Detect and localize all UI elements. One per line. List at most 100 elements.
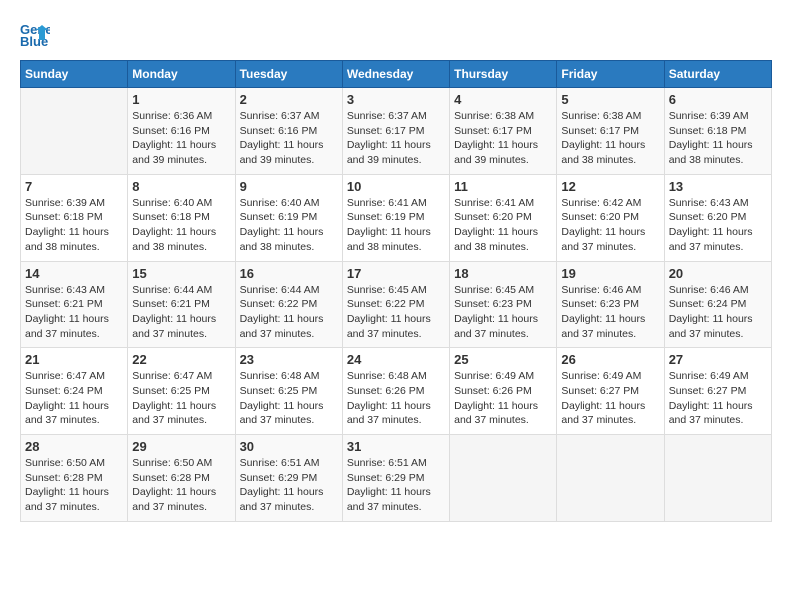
day-number: 3 [347,92,445,107]
calendar-cell: 24 Sunrise: 6:48 AMSunset: 6:26 PMDayligh… [342,348,449,435]
day-number: 26 [561,352,659,367]
calendar-cell: 7Sunrise: 6:39 AMSunset: 6:18 PMDaylight… [21,174,128,261]
calendar-cell: 11Sunrise: 6:41 AMSunset: 6:20 PMDayligh… [450,174,557,261]
calendar-cell: 27 Sunrise: 6:49 AMSunset: 6:27 PMDayligh… [664,348,771,435]
day-number: 20 [669,266,767,281]
day-info: Sunrise: 6:44 AMSunset: 6:22 PMDaylight:… [240,283,338,342]
logo: General Blue [20,20,58,50]
calendar-cell [557,435,664,522]
day-info: Sunrise: 6:46 AMSunset: 6:24 PMDaylight:… [669,283,767,342]
day-info: Sunrise: 6:42 AMSunset: 6:20 PMDaylight:… [561,196,659,255]
calendar-cell: 13 Sunrise: 6:43 AMSunset: 6:20 PMDayligh… [664,174,771,261]
day-info: Sunrise: 6:40 AMSunset: 6:18 PMDaylight:… [132,196,230,255]
day-number: 14 [25,266,123,281]
calendar-cell: 29 Sunrise: 6:50 AMSunset: 6:28 PMDayligh… [128,435,235,522]
week-row-5: 28 Sunrise: 6:50 AMSunset: 6:28 PMDayligh… [21,435,772,522]
calendar-cell: 6 Sunrise: 6:39 AMSunset: 6:18 PMDaylight… [664,88,771,175]
calendar-cell: 9 Sunrise: 6:40 AMSunset: 6:19 PMDaylight… [235,174,342,261]
day-number: 13 [669,179,767,194]
day-number: 15 [132,266,230,281]
day-number: 29 [132,439,230,454]
calendar-cell [21,88,128,175]
calendar-cell [450,435,557,522]
calendar-cell: 18 Sunrise: 6:45 AMSunset: 6:23 PMDayligh… [450,261,557,348]
weekday-header-monday: Monday [128,61,235,88]
calendar-cell: 15 Sunrise: 6:44 AMSunset: 6:21 PMDayligh… [128,261,235,348]
calendar-cell: 16 Sunrise: 6:44 AMSunset: 6:22 PMDayligh… [235,261,342,348]
day-number: 25 [454,352,552,367]
week-row-3: 14Sunrise: 6:43 AMSunset: 6:21 PMDayligh… [21,261,772,348]
day-number: 24 [347,352,445,367]
calendar-cell: 23 Sunrise: 6:48 AMSunset: 6:25 PMDayligh… [235,348,342,435]
day-number: 8 [132,179,230,194]
calendar-cell: 28 Sunrise: 6:50 AMSunset: 6:28 PMDayligh… [21,435,128,522]
day-number: 6 [669,92,767,107]
day-info: Sunrise: 6:47 AMSunset: 6:24 PMDaylight:… [25,369,123,428]
day-number: 5 [561,92,659,107]
weekday-header-wednesday: Wednesday [342,61,449,88]
calendar-cell: 22 Sunrise: 6:47 AMSunset: 6:25 PMDayligh… [128,348,235,435]
day-number: 9 [240,179,338,194]
day-number: 22 [132,352,230,367]
day-info: Sunrise: 6:49 AMSunset: 6:27 PMDaylight:… [561,369,659,428]
day-number: 30 [240,439,338,454]
weekday-header-sunday: Sunday [21,61,128,88]
calendar-cell: 1 Sunrise: 6:36 AMSunset: 6:16 PMDaylight… [128,88,235,175]
weekday-header-thursday: Thursday [450,61,557,88]
calendar-cell: 3 Sunrise: 6:37 AMSunset: 6:17 PMDaylight… [342,88,449,175]
day-info: Sunrise: 6:43 AMSunset: 6:20 PMDaylight:… [669,196,767,255]
calendar-cell: 31 Sunrise: 6:51 AMSunset: 6:29 PMDayligh… [342,435,449,522]
day-info: Sunrise: 6:50 AMSunset: 6:28 PMDaylight:… [25,456,123,515]
day-info: Sunrise: 6:48 AMSunset: 6:26 PMDaylight:… [347,369,445,428]
day-info: Sunrise: 6:46 AMSunset: 6:23 PMDaylight:… [561,283,659,342]
day-info: Sunrise: 6:51 AMSunset: 6:29 PMDaylight:… [240,456,338,515]
calendar-cell: 14Sunrise: 6:43 AMSunset: 6:21 PMDayligh… [21,261,128,348]
week-row-2: 7Sunrise: 6:39 AMSunset: 6:18 PMDaylight… [21,174,772,261]
day-info: Sunrise: 6:49 AMSunset: 6:27 PMDaylight:… [669,369,767,428]
logo-icon: General Blue [20,20,50,50]
weekday-header-friday: Friday [557,61,664,88]
day-number: 18 [454,266,552,281]
day-number: 27 [669,352,767,367]
calendar-cell: 25 Sunrise: 6:49 AMSunset: 6:26 PMDayligh… [450,348,557,435]
calendar-cell: 10Sunrise: 6:41 AMSunset: 6:19 PMDayligh… [342,174,449,261]
calendar-cell: 19 Sunrise: 6:46 AMSunset: 6:23 PMDayligh… [557,261,664,348]
day-info: Sunrise: 6:47 AMSunset: 6:25 PMDaylight:… [132,369,230,428]
calendar-cell: 2 Sunrise: 6:37 AMSunset: 6:16 PMDaylight… [235,88,342,175]
page-header: General Blue [20,20,772,50]
calendar-cell: 8 Sunrise: 6:40 AMSunset: 6:18 PMDaylight… [128,174,235,261]
weekday-header-saturday: Saturday [664,61,771,88]
calendar-cell: 5 Sunrise: 6:38 AMSunset: 6:17 PMDaylight… [557,88,664,175]
calendar-cell: 21Sunrise: 6:47 AMSunset: 6:24 PMDayligh… [21,348,128,435]
day-info: Sunrise: 6:41 AMSunset: 6:19 PMDaylight:… [347,196,445,255]
day-info: Sunrise: 6:40 AMSunset: 6:19 PMDaylight:… [240,196,338,255]
day-number: 12 [561,179,659,194]
day-info: Sunrise: 6:39 AMSunset: 6:18 PMDaylight:… [669,109,767,168]
day-info: Sunrise: 6:48 AMSunset: 6:25 PMDaylight:… [240,369,338,428]
day-number: 2 [240,92,338,107]
day-number: 28 [25,439,123,454]
day-number: 23 [240,352,338,367]
calendar-table: SundayMondayTuesdayWednesdayThursdayFrid… [20,60,772,522]
week-row-1: 1 Sunrise: 6:36 AMSunset: 6:16 PMDaylight… [21,88,772,175]
day-number: 16 [240,266,338,281]
calendar-cell: 4Sunrise: 6:38 AMSunset: 6:17 PMDaylight… [450,88,557,175]
day-info: Sunrise: 6:38 AMSunset: 6:17 PMDaylight:… [561,109,659,168]
weekday-header-tuesday: Tuesday [235,61,342,88]
calendar-cell: 17Sunrise: 6:45 AMSunset: 6:22 PMDayligh… [342,261,449,348]
day-number: 19 [561,266,659,281]
day-info: Sunrise: 6:36 AMSunset: 6:16 PMDaylight:… [132,109,230,168]
day-number: 1 [132,92,230,107]
day-info: Sunrise: 6:44 AMSunset: 6:21 PMDaylight:… [132,283,230,342]
day-info: Sunrise: 6:50 AMSunset: 6:28 PMDaylight:… [132,456,230,515]
week-row-4: 21Sunrise: 6:47 AMSunset: 6:24 PMDayligh… [21,348,772,435]
day-info: Sunrise: 6:37 AMSunset: 6:16 PMDaylight:… [240,109,338,168]
calendar-cell [664,435,771,522]
day-number: 31 [347,439,445,454]
day-info: Sunrise: 6:49 AMSunset: 6:26 PMDaylight:… [454,369,552,428]
day-info: Sunrise: 6:45 AMSunset: 6:23 PMDaylight:… [454,283,552,342]
day-info: Sunrise: 6:51 AMSunset: 6:29 PMDaylight:… [347,456,445,515]
day-info: Sunrise: 6:37 AMSunset: 6:17 PMDaylight:… [347,109,445,168]
weekday-header-row: SundayMondayTuesdayWednesdayThursdayFrid… [21,61,772,88]
day-number: 7 [25,179,123,194]
